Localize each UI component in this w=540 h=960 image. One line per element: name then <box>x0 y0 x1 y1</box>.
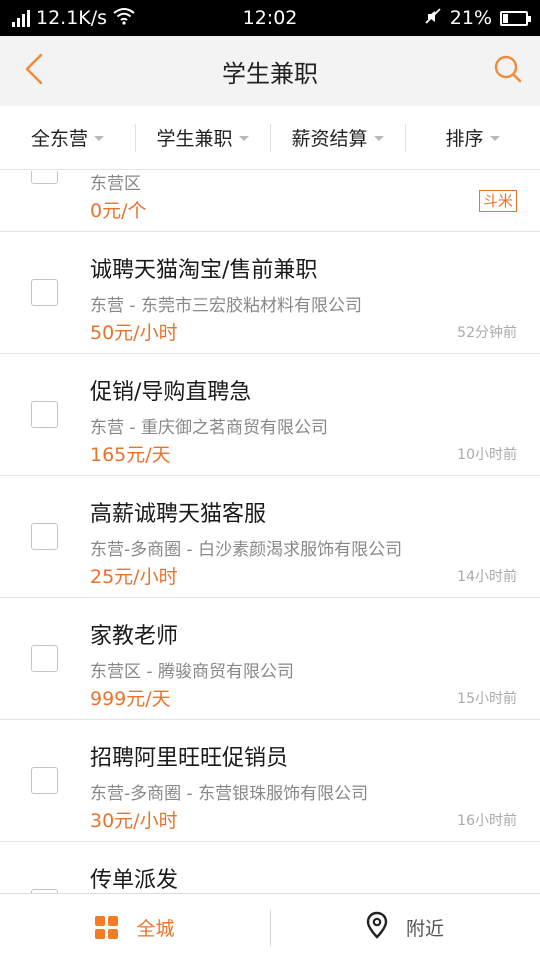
battery-icon <box>500 10 531 26</box>
clock-time: 12:02 <box>242 7 298 29</box>
tab-label: 附近 <box>405 917 444 940</box>
job-row[interactable]: 诚聘天猫淘宝/售前兼职 东营 - 东莞市三宏胶粘材料有限公司 50元/小时 52… <box>0 232 540 354</box>
filter-label: 薪资结算 <box>291 128 368 150</box>
battery-percent: 21% <box>449 7 492 29</box>
job-checkbox[interactable] <box>31 645 58 672</box>
job-posted-time: 16小时前 <box>457 813 517 829</box>
filter-settlement[interactable]: 薪资结算 <box>270 106 405 169</box>
job-posted-time: 52分钟前 <box>457 325 517 341</box>
search-button[interactable] <box>490 53 526 89</box>
job-checkbox[interactable] <box>31 523 58 550</box>
job-title: 家教老师 <box>90 624 179 649</box>
job-title: 促销/导购直聘急 <box>90 380 252 405</box>
job-company: 东营区 <box>90 174 141 194</box>
page-title: 学生兼职 <box>222 59 318 88</box>
job-salary: 25元/小时 <box>90 566 178 588</box>
job-source-badge: 斗米 <box>478 190 517 212</box>
job-company: 东营-多商圈 - 东营银珠服饰有限公司 <box>90 784 369 804</box>
tab-nearby[interactable]: 附近 <box>270 894 540 960</box>
tab-city[interactable]: 全城 <box>0 894 270 960</box>
job-title: 招聘阿里旺旺促销员 <box>90 746 289 771</box>
job-row[interactable]: 东营区 0元/个 推荐 斗米 <box>0 171 540 232</box>
chevron-left-icon <box>23 52 45 90</box>
job-salary: 999元/天 <box>90 688 171 710</box>
caret-down-icon <box>489 136 500 141</box>
job-salary: 30元/小时 <box>90 810 178 832</box>
grid-icon <box>95 915 119 939</box>
job-list-inner: 东营区 0元/个 推荐 斗米 诚聘天猫淘宝/售前兼职 东营 - 东莞市三宏胶粘材… <box>0 171 540 893</box>
job-posted-time: 10小时前 <box>457 447 517 463</box>
filter-sort[interactable]: 排序 <box>405 106 540 169</box>
job-company: 东营区 - 腾骏商贸有限公司 <box>90 662 294 682</box>
status-right: 21% <box>424 0 531 36</box>
filter-bar: 全东营 学生兼职 薪资结算 排序 <box>0 106 540 170</box>
job-row[interactable]: 招聘阿里旺旺促销员 东营-多商圈 - 东营银珠服饰有限公司 30元/小时 16小… <box>0 720 540 842</box>
job-posted-time: 15小时前 <box>457 691 517 707</box>
bottom-tab-bar: 全城 附近 <box>0 893 540 960</box>
filter-category[interactable]: 学生兼职 <box>135 106 270 169</box>
filter-area[interactable]: 全东营 <box>0 106 135 169</box>
job-checkbox[interactable] <box>31 279 58 306</box>
job-title: 诚聘天猫淘宝/售前兼职 <box>90 258 318 283</box>
job-title: 高薪诚聘天猫客服 <box>90 502 267 527</box>
job-list[interactable]: 东营区 0元/个 推荐 斗米 诚聘天猫淘宝/售前兼职 东营 - 东莞市三宏胶粘材… <box>0 171 540 893</box>
job-row[interactable]: 促销/导购直聘急 东营 - 重庆御之茗商贸有限公司 165元/天 10小时前 <box>0 354 540 476</box>
job-row[interactable]: 传单派发 <box>0 842 540 893</box>
job-checkbox[interactable] <box>31 401 58 428</box>
job-salary: 0元/个 <box>90 200 147 222</box>
caret-down-icon <box>94 136 104 141</box>
location-pin-icon <box>366 911 388 944</box>
back-button[interactable] <box>16 53 52 89</box>
job-checkbox[interactable] <box>31 767 58 794</box>
job-row[interactable]: 高薪诚聘天猫客服 东营-多商圈 - 白沙素颜渴求服饰有限公司 25元/小时 14… <box>0 476 540 598</box>
filter-label: 排序 <box>445 128 484 150</box>
filter-label: 学生兼职 <box>156 128 233 150</box>
caret-down-icon <box>238 136 249 141</box>
search-icon <box>493 54 523 88</box>
job-salary: 50元/小时 <box>90 322 178 344</box>
job-company: 东营-多商圈 - 白沙素颜渴求服饰有限公司 <box>90 540 403 560</box>
job-checkbox[interactable] <box>31 171 58 184</box>
caret-down-icon <box>373 136 384 141</box>
job-company: 东营 - 重庆御之茗商贸有限公司 <box>90 418 328 438</box>
job-posted-time: 14小时前 <box>457 569 517 585</box>
tab-label: 全城 <box>136 917 175 940</box>
job-salary: 165元/天 <box>90 444 171 466</box>
job-company: 东营 - 东莞市三宏胶粘材料有限公司 <box>90 296 362 316</box>
filter-label: 全东营 <box>30 128 88 150</box>
nav-bar: 学生兼职 <box>0 36 540 106</box>
mute-icon <box>424 7 442 30</box>
status-bar: 12.1K/s 12:02 21% <box>0 0 540 36</box>
job-title: 传单派发 <box>90 868 179 893</box>
job-row[interactable]: 家教老师 东营区 - 腾骏商贸有限公司 999元/天 15小时前 <box>0 598 540 720</box>
